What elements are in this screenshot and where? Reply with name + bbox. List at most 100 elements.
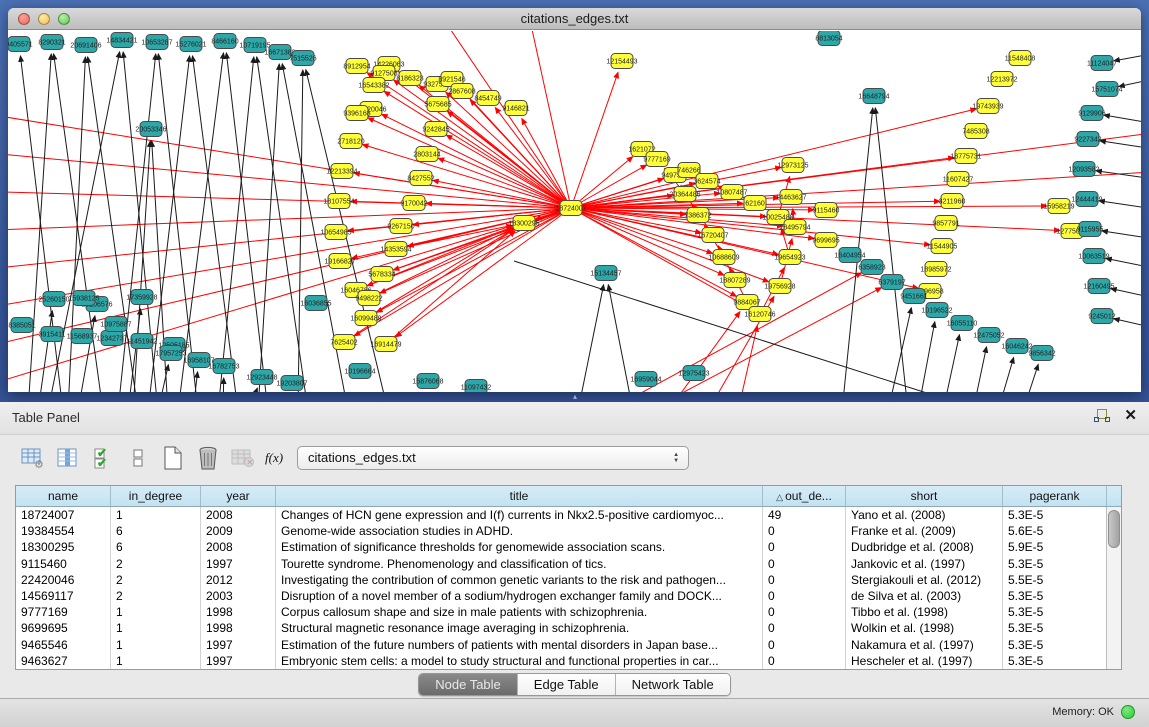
network-node[interactable]: 19654923: [774, 250, 805, 265]
table-cell[interactable]: Yano et al. (2008): [846, 507, 1003, 523]
table-cell[interactable]: Genome-wide association studies in ADHD.: [276, 523, 763, 539]
network-edge[interactable]: [608, 285, 633, 392]
table-cell[interactable]: 5.3E-5: [1003, 653, 1107, 669]
network-node[interactable]: 15751074: [1091, 82, 1122, 97]
scrollbar-thumb[interactable]: [1108, 510, 1120, 548]
network-node[interactable]: 12444419: [1071, 192, 1102, 207]
table-cell[interactable]: Dudbridge et al. (2008): [846, 539, 1003, 555]
column-header-title[interactable]: title: [276, 486, 763, 506]
table-cell[interactable]: 5.3E-5: [1003, 556, 1107, 572]
table-settings-icon[interactable]: ⚙: [20, 445, 46, 471]
network-edge[interactable]: [1114, 319, 1141, 331]
network-node[interactable]: 11097432: [461, 380, 492, 393]
table-cell[interactable]: Corpus callosum shape and size in male p…: [276, 604, 763, 620]
table-cell[interactable]: 18724007: [16, 507, 111, 523]
network-node[interactable]: 9396168: [343, 106, 370, 121]
network-edge[interactable]: [8, 151, 571, 208]
delete-rows-icon[interactable]: [195, 445, 221, 471]
network-node[interactable]: 18300295: [508, 216, 539, 231]
network-node[interactable]: 9146821: [502, 101, 529, 116]
network-node[interactable]: 14353594: [380, 242, 411, 257]
network-node[interactable]: 10654985: [320, 225, 351, 240]
table-cell[interactable]: 9699695: [16, 620, 111, 636]
table-cell[interactable]: Estimation of significance thresholds fo…: [276, 539, 763, 555]
network-edge[interactable]: [571, 109, 976, 208]
float-panel-button[interactable]: [1094, 408, 1110, 424]
table-vertical-scrollbar[interactable]: [1106, 507, 1121, 669]
network-edge[interactable]: [571, 72, 618, 208]
network-node[interactable]: 9115955: [1077, 222, 1104, 237]
table-cell[interactable]: 0: [763, 572, 846, 588]
network-edge[interactable]: [1114, 51, 1141, 61]
close-panel-button[interactable]: ✕: [1124, 408, 1137, 424]
network-node[interactable]: 16720407: [697, 228, 728, 243]
network-node[interactable]: 6358923: [858, 260, 885, 275]
network-node[interactable]: 10688609: [708, 250, 739, 265]
network-node[interactable]: 16404954: [834, 248, 865, 263]
network-edge[interactable]: [384, 91, 571, 208]
table-cell[interactable]: 2008: [201, 507, 276, 523]
network-node[interactable]: 2867608: [448, 84, 475, 99]
network-edge[interactable]: [1100, 141, 1141, 151]
table-cell[interactable]: Nakamura et al. (1997): [846, 637, 1003, 653]
network-node[interactable]: 14834421: [106, 33, 137, 48]
table-cell[interactable]: 0: [763, 539, 846, 555]
table-cell[interactable]: Changes of HCN gene expression and I(f) …: [276, 507, 763, 523]
table-cell[interactable]: 2003: [201, 588, 276, 604]
network-edge[interactable]: [8, 111, 571, 208]
table-cell[interactable]: 6: [111, 539, 201, 555]
table-cell[interactable]: Wolkin et al. (1998): [846, 620, 1003, 636]
function-builder-icon[interactable]: f(x): [265, 450, 283, 466]
network-node[interactable]: 15938125: [68, 291, 99, 306]
network-node[interactable]: 9857791: [932, 216, 959, 231]
network-node[interactable]: 9129906: [1078, 106, 1105, 121]
network-node[interactable]: 3624574: [693, 174, 720, 189]
network-node[interactable]: 25260150: [38, 292, 69, 307]
table-cell[interactable]: Tourette syndrome. Phenomenology and cla…: [276, 556, 763, 572]
table-row[interactable]: 946554611997Estimation of the future num…: [16, 637, 1121, 653]
network-edge[interactable]: [218, 57, 254, 392]
network-edge[interactable]: [298, 70, 303, 392]
network-node[interactable]: 9245012: [1088, 309, 1115, 324]
table-cell[interactable]: Estimation of the future numbers of pati…: [276, 637, 763, 653]
network-node[interactable]: 11124047: [1087, 56, 1117, 71]
network-node[interactable]: 10196522: [921, 303, 952, 318]
network-node[interactable]: 16036855: [300, 296, 331, 311]
network-node[interactable]: 7515526: [289, 51, 316, 66]
network-node[interactable]: 15958219: [1043, 199, 1074, 214]
network-node[interactable]: 19166827: [324, 254, 355, 269]
network-edge[interactable]: [1102, 231, 1141, 241]
table-cell[interactable]: 1: [111, 637, 201, 653]
table-cell[interactable]: Investigating the contribution of common…: [276, 572, 763, 588]
table-row[interactable]: 1456911722003Disruption of a novel membe…: [16, 588, 1121, 604]
network-edge[interactable]: [1099, 201, 1141, 211]
network-node[interactable]: 11548408: [1005, 51, 1036, 66]
network-node[interactable]: 10196664: [344, 364, 375, 379]
network-node[interactable]: 8290321: [38, 35, 65, 50]
table-row[interactable]: 977716911998Corpus callosum shape and si…: [16, 604, 1121, 620]
network-node[interactable]: 12093582: [1068, 162, 1099, 177]
network-node[interactable]: 9699695: [812, 233, 839, 248]
network-node[interactable]: 20053346: [135, 122, 166, 137]
table-cell[interactable]: 0: [763, 588, 846, 604]
table-cell[interactable]: 2: [111, 556, 201, 572]
network-node[interactable]: 18107554: [323, 194, 354, 209]
table-cell[interactable]: 5.3E-5: [1003, 507, 1107, 523]
network-node[interactable]: 9267150: [387, 219, 414, 234]
table-cell[interactable]: 1: [111, 507, 201, 523]
network-node[interactable]: 12975423: [678, 366, 709, 381]
network-node[interactable]: 17359928: [126, 290, 157, 305]
network-edge[interactable]: [446, 135, 571, 208]
match-rows-icon[interactable]: ✔✔: [90, 445, 116, 471]
table-cell[interactable]: 0: [763, 620, 846, 636]
table-cell[interactable]: 1998: [201, 604, 276, 620]
network-node[interactable]: 12213972: [986, 72, 1017, 87]
table-select[interactable]: citations_edges.txt ▲▼: [297, 446, 689, 470]
network-node[interactable]: 16120746: [744, 307, 775, 322]
table-cell[interactable]: 1: [111, 620, 201, 636]
column-header-out-de-[interactable]: △out_de...: [763, 486, 846, 506]
new-document-icon[interactable]: [160, 445, 186, 471]
network-node[interactable]: 2803144: [413, 147, 440, 162]
network-node[interactable]: 16648794: [858, 89, 889, 104]
network-node[interactable]: 12160495: [1083, 279, 1114, 294]
